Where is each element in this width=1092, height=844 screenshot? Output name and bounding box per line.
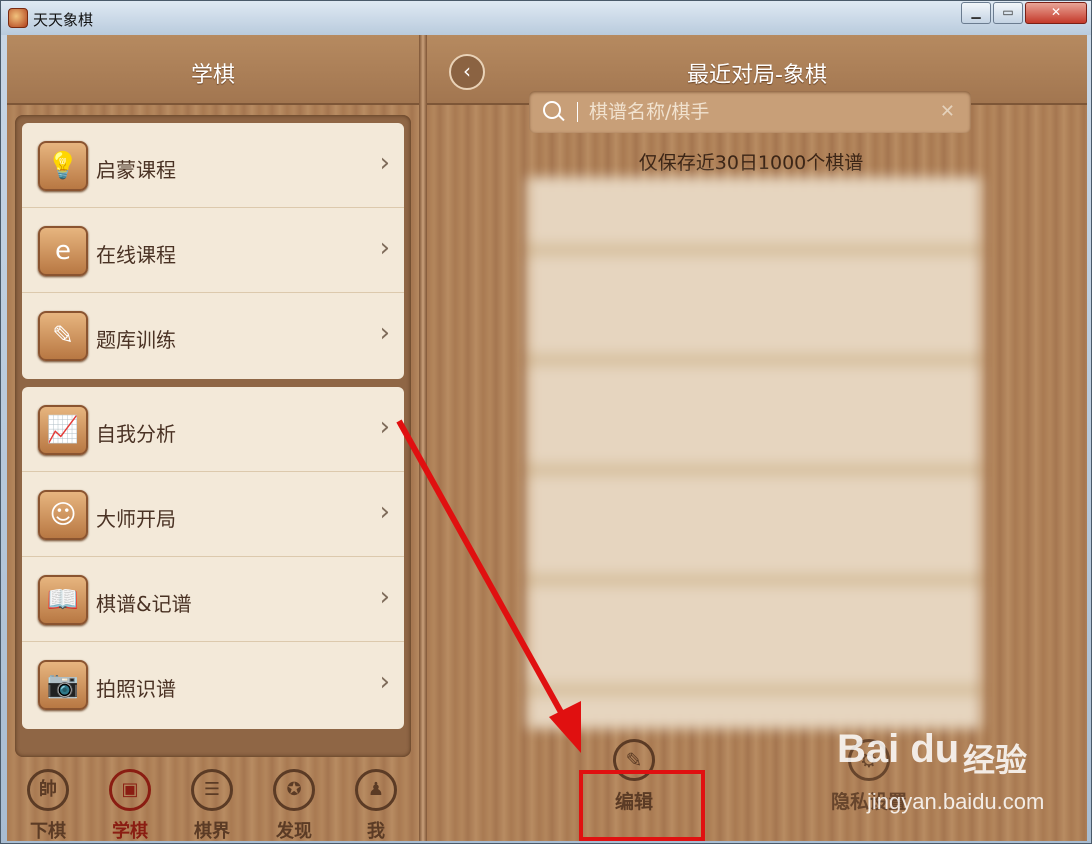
left-header: 学棋 <box>7 35 419 105</box>
list-item[interactable] <box>527 287 981 367</box>
profile-icon: ♟ <box>355 769 397 811</box>
camera-icon: 📷 <box>38 660 88 710</box>
watermark-cn: 经验 <box>963 741 1028 779</box>
tab-label: 下棋 <box>30 821 66 841</box>
left-header-title: 学棋 <box>190 63 235 88</box>
menu-item-label: 棋谱&记谱 <box>96 592 192 616</box>
watermark-url: jingyan.baidu.com <box>867 789 1045 814</box>
search-icon <box>543 101 561 119</box>
tab-label: 发现 <box>276 821 312 841</box>
menu-item-online-course[interactable]: e 在线课程 › <box>22 208 404 293</box>
list-item[interactable] <box>527 617 981 697</box>
menu-item-label: 拍照识谱 <box>96 677 176 701</box>
list-item[interactable] <box>527 507 981 587</box>
clear-icon[interactable]: ✕ <box>940 101 955 122</box>
menu-item-label: 启蒙课程 <box>96 158 176 182</box>
tab-label: 我 <box>367 821 385 841</box>
watermark-logo: Bai du <box>837 727 960 771</box>
menu-item-photo-recognition[interactable]: 📷 拍照识谱 › <box>22 642 404 727</box>
chevron-right-icon: › <box>379 318 390 348</box>
app-logo-icon <box>8 8 28 28</box>
search-input[interactable] <box>589 97 919 127</box>
chevron-right-icon: › <box>379 497 390 527</box>
right-header-title: 最近对局-象棋 <box>687 63 827 88</box>
compass-icon: ✪ <box>273 769 315 811</box>
menu-group-2: 📈 自我分析 › ☺ 大师开局 › 📖 棋谱&记谱 › 📷 拍照识谱 › <box>22 387 404 729</box>
chevron-right-icon: › <box>379 148 390 178</box>
app-window: 天天象棋 ▁ ▭ ✕ 学棋 ‹ 最近对局-象棋 💡 启蒙课程 › e 在线课程 … <box>0 0 1092 844</box>
play-chess-icon: 帥 <box>27 769 69 811</box>
tab-me[interactable]: ♟ 我 <box>341 769 411 841</box>
browser-e-icon: e <box>38 226 88 276</box>
chart-analysis-icon: 📈 <box>38 405 88 455</box>
book-icon: 📖 <box>38 575 88 625</box>
menu-item-label: 大师开局 <box>96 507 176 531</box>
search-separator <box>577 102 578 122</box>
list-item[interactable] <box>527 177 981 257</box>
checklist-pencil-icon: ✎ <box>38 311 88 361</box>
close-button[interactable]: ✕ <box>1025 2 1087 24</box>
list-item[interactable] <box>527 397 981 477</box>
tab-label: 学棋 <box>112 821 148 841</box>
learn-menu: 💡 启蒙课程 › e 在线课程 › ✎ 题库训练 › 📈 自我分析 › ☺ 大师… <box>15 115 411 757</box>
menu-item-label: 在线课程 <box>96 243 176 267</box>
bottom-tab-bar: 帥 下棋 ▣ 学棋 ☰ 棋界 ✪ 发现 ♟ 我 <box>7 765 419 841</box>
chevron-right-icon: › <box>379 667 390 697</box>
menu-item-label: 题库训练 <box>96 328 176 352</box>
maximize-button[interactable]: ▭ <box>993 2 1023 24</box>
chevron-right-icon: › <box>379 582 390 612</box>
lightbulb-icon: 💡 <box>38 141 88 191</box>
menu-item-question-bank[interactable]: ✎ 题库训练 › <box>22 293 404 378</box>
menu-group-1: 💡 启蒙课程 › e 在线课程 › ✎ 题库训练 › <box>22 123 404 379</box>
community-icon: ☰ <box>191 769 233 811</box>
learn-icon: ▣ <box>109 769 151 811</box>
title-bar: 天天象棋 ▁ ▭ ✕ <box>1 1 1091 35</box>
chevron-right-icon: › <box>379 412 390 442</box>
tab-community[interactable]: ☰ 棋界 <box>177 769 247 841</box>
menu-item-game-records[interactable]: 📖 棋谱&记谱 › <box>22 557 404 642</box>
menu-item-enlightenment-course[interactable]: 💡 启蒙课程 › <box>22 123 404 208</box>
tab-label: 棋界 <box>194 821 230 841</box>
search-bar[interactable]: ✕ <box>529 91 971 133</box>
highlight-box <box>579 770 705 841</box>
baidu-jingyan-watermark: Bai du 经验 jingyan.baidu.com <box>837 727 1047 827</box>
tab-discover[interactable]: ✪ 发现 <box>259 769 329 841</box>
recent-games-list[interactable] <box>527 177 981 729</box>
tab-learn[interactable]: ▣ 学棋 <box>95 769 165 841</box>
menu-item-master-openings[interactable]: ☺ 大师开局 › <box>22 472 404 557</box>
menu-item-self-analysis[interactable]: 📈 自我分析 › <box>22 387 404 472</box>
menu-item-label: 自我分析 <box>96 422 176 446</box>
chevron-right-icon: › <box>379 233 390 263</box>
minimize-button[interactable]: ▁ <box>961 2 991 24</box>
save-limit-note: 仅保存近30日1000个棋谱 <box>638 152 864 174</box>
master-face-icon: ☺ <box>38 490 88 540</box>
tab-play[interactable]: 帥 下棋 <box>13 769 83 841</box>
window-title: 天天象棋 <box>33 11 94 29</box>
